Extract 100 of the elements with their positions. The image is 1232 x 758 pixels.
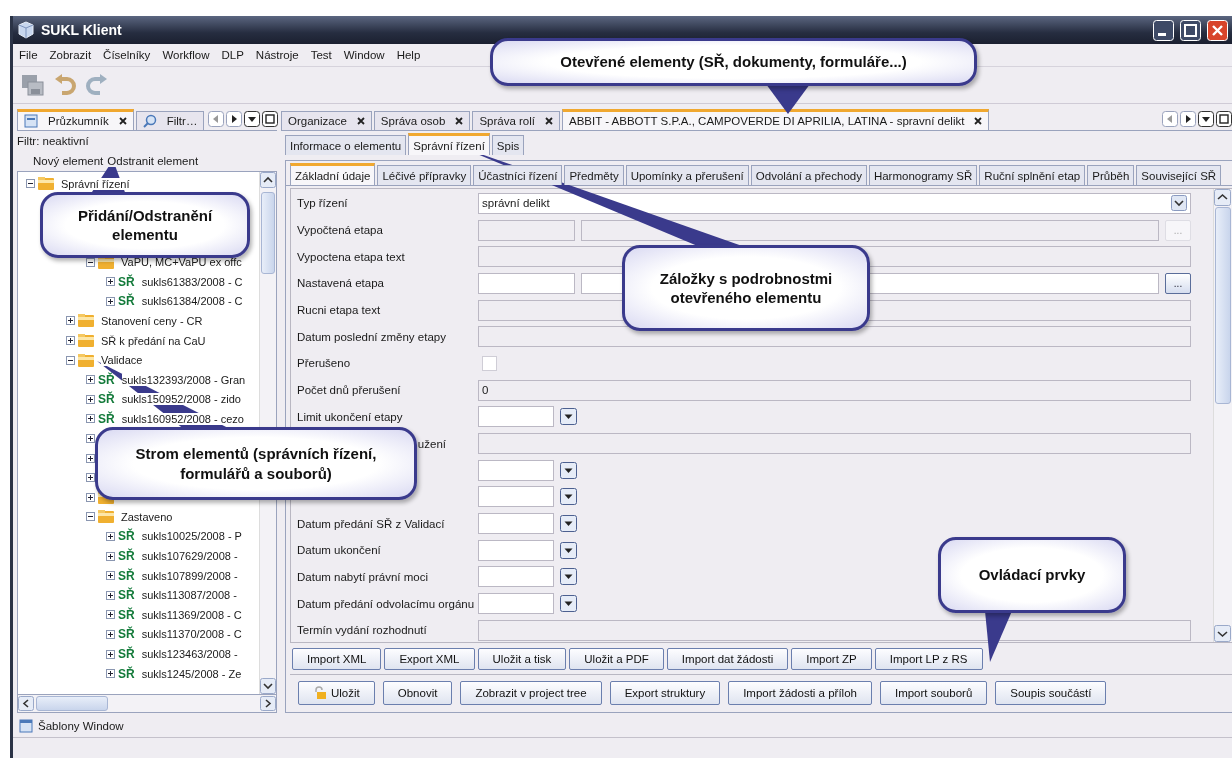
action-button[interactable]: Uložit a PDF bbox=[569, 647, 664, 670]
tree-item[interactable]: Zastaveno bbox=[121, 510, 173, 523]
maximize-icon[interactable] bbox=[262, 111, 279, 127]
expand-toggle[interactable] bbox=[66, 316, 75, 326]
document-tab[interactable]: Organizace bbox=[281, 111, 372, 130]
date-field[interactable] bbox=[478, 539, 554, 561]
scroll-right-icon[interactable] bbox=[1180, 111, 1196, 127]
expand-toggle[interactable] bbox=[106, 610, 115, 620]
expand-toggle[interactable] bbox=[106, 669, 115, 679]
detail-tab[interactable]: Předměty bbox=[564, 165, 624, 185]
menu-item[interactable]: Zobrazit bbox=[49, 49, 92, 61]
menu-item[interactable]: File bbox=[19, 49, 38, 61]
expand-toggle[interactable] bbox=[106, 629, 115, 639]
tree-item[interactable]: sukls113087/2008 - bbox=[141, 589, 237, 602]
text-field[interactable] bbox=[478, 272, 575, 294]
expand-toggle[interactable] bbox=[106, 277, 115, 287]
panel-tab[interactable]: Průzkumník bbox=[17, 109, 134, 130]
tree-item[interactable]: sukls1245/2008 - Ze bbox=[141, 667, 242, 680]
dropdown-button[interactable] bbox=[560, 595, 577, 613]
maximize-button[interactable] bbox=[1180, 19, 1201, 41]
dropdown-button[interactable] bbox=[560, 568, 577, 586]
menu-item[interactable]: Číselníky bbox=[103, 49, 151, 61]
detail-tab[interactable]: Základní údaje bbox=[290, 163, 376, 185]
action-button[interactable]: Import LP z RS bbox=[874, 647, 983, 670]
scroll-right-icon[interactable] bbox=[260, 696, 276, 711]
subtab[interactable]: Spis bbox=[491, 135, 525, 155]
scrollbar-thumb[interactable] bbox=[261, 192, 275, 274]
save-icon[interactable] bbox=[21, 73, 45, 97]
tree-item[interactable]: sukls11369/2008 - C bbox=[141, 608, 242, 621]
subtab[interactable]: Správní řízení bbox=[408, 133, 490, 155]
vertical-scrollbar[interactable] bbox=[1213, 189, 1232, 642]
dropdown-button[interactable] bbox=[560, 515, 577, 533]
detail-tab[interactable]: Související SŘ bbox=[1136, 165, 1222, 185]
date-field[interactable] bbox=[478, 513, 554, 535]
expand-toggle[interactable] bbox=[106, 649, 115, 659]
collapse-toggle[interactable] bbox=[86, 257, 95, 267]
scroll-left-icon[interactable] bbox=[18, 696, 34, 711]
expand-toggle[interactable] bbox=[106, 590, 115, 600]
form-button[interactable]: Uložit bbox=[298, 681, 375, 705]
maximize-icon[interactable] bbox=[1216, 111, 1232, 127]
expand-toggle[interactable] bbox=[66, 336, 75, 346]
form-button[interactable]: Obnovit bbox=[382, 681, 453, 705]
close-button[interactable] bbox=[1207, 19, 1228, 41]
detail-tab[interactable]: Upomínky a přerušení bbox=[625, 165, 749, 185]
tree-item[interactable]: Stanovení ceny - CR bbox=[101, 314, 203, 327]
form-button[interactable]: Soupis součástí bbox=[995, 681, 1107, 705]
expand-toggle[interactable] bbox=[86, 414, 95, 424]
tree-item[interactable]: sukls107629/2008 - bbox=[141, 550, 238, 563]
dropdown-icon[interactable] bbox=[1198, 111, 1214, 127]
dropdown-button[interactable] bbox=[560, 541, 577, 559]
form-button[interactable]: Export struktury bbox=[609, 681, 721, 705]
close-icon[interactable] bbox=[455, 117, 464, 125]
scrollbar-thumb[interactable] bbox=[36, 696, 108, 711]
detail-tab[interactable]: Účastníci řízení bbox=[473, 165, 563, 185]
date-field[interactable] bbox=[478, 593, 554, 615]
close-icon[interactable] bbox=[118, 117, 127, 125]
scroll-right-icon[interactable] bbox=[226, 111, 243, 127]
expand-toggle[interactable] bbox=[86, 473, 95, 483]
collapse-toggle[interactable] bbox=[86, 512, 95, 522]
scroll-down-icon[interactable] bbox=[260, 678, 276, 694]
menu-item[interactable]: Window bbox=[343, 49, 385, 61]
checkbox[interactable] bbox=[482, 355, 497, 371]
expand-toggle[interactable] bbox=[106, 571, 115, 581]
expand-toggle[interactable] bbox=[86, 492, 95, 502]
tree-item[interactable]: sukls160952/2008 - cezo bbox=[121, 412, 244, 425]
action-button[interactable]: Import dat žádosti bbox=[666, 647, 789, 670]
document-tab[interactable]: ABBIT - ABBOTT S.P.A., CAMPOVERDE DI APRILIA, LATINA - spravní delikt bbox=[562, 109, 990, 130]
text-field[interactable] bbox=[478, 219, 575, 241]
tree-item[interactable]: sukls123463/2008 - bbox=[141, 648, 238, 661]
dropdown-button[interactable] bbox=[560, 461, 577, 479]
date-field[interactable] bbox=[478, 406, 554, 428]
collapse-toggle[interactable] bbox=[26, 179, 35, 189]
detail-tab[interactable]: Léčivé přípravky bbox=[377, 165, 472, 185]
form-button[interactable]: Import souborů bbox=[879, 681, 988, 705]
tree-item[interactable]: sukls61384/2008 - C bbox=[141, 295, 243, 308]
detail-tab[interactable]: Ruční splnění etap bbox=[979, 165, 1086, 185]
close-icon[interactable] bbox=[974, 117, 983, 125]
tree-item[interactable]: Validace bbox=[101, 354, 143, 367]
expand-toggle[interactable] bbox=[86, 394, 95, 404]
scrollbar-thumb[interactable] bbox=[1215, 207, 1231, 404]
date-field[interactable] bbox=[478, 486, 554, 508]
dropdown-icon[interactable] bbox=[244, 111, 261, 127]
expand-toggle[interactable] bbox=[86, 375, 95, 385]
toolbar-action[interactable]: Nový element bbox=[33, 155, 104, 167]
subtab[interactable]: Informace o elementu bbox=[285, 135, 407, 155]
detail-tab[interactable]: Průběh bbox=[1087, 165, 1135, 185]
menu-item[interactable]: Test bbox=[310, 49, 332, 61]
tree-item[interactable]: Správní řízení bbox=[61, 177, 130, 190]
form-button[interactable]: Import žádosti a příloh bbox=[728, 681, 872, 705]
text-field[interactable] bbox=[581, 219, 1159, 241]
menu-item[interactable]: Help bbox=[396, 49, 421, 61]
horizontal-scrollbar[interactable] bbox=[17, 695, 277, 713]
tree-item[interactable]: sukls11370/2008 - C bbox=[141, 628, 242, 641]
expand-toggle[interactable] bbox=[86, 453, 95, 463]
tree-item[interactable]: sukls132393/2008 - Gran bbox=[121, 373, 246, 386]
toolbar-action[interactable]: Odstranit element bbox=[107, 155, 199, 167]
close-icon[interactable] bbox=[356, 117, 365, 125]
menu-item[interactable]: Nástroje bbox=[255, 49, 299, 61]
scroll-up-icon[interactable] bbox=[260, 172, 276, 188]
document-tab[interactable]: Správa rolí bbox=[472, 111, 560, 130]
